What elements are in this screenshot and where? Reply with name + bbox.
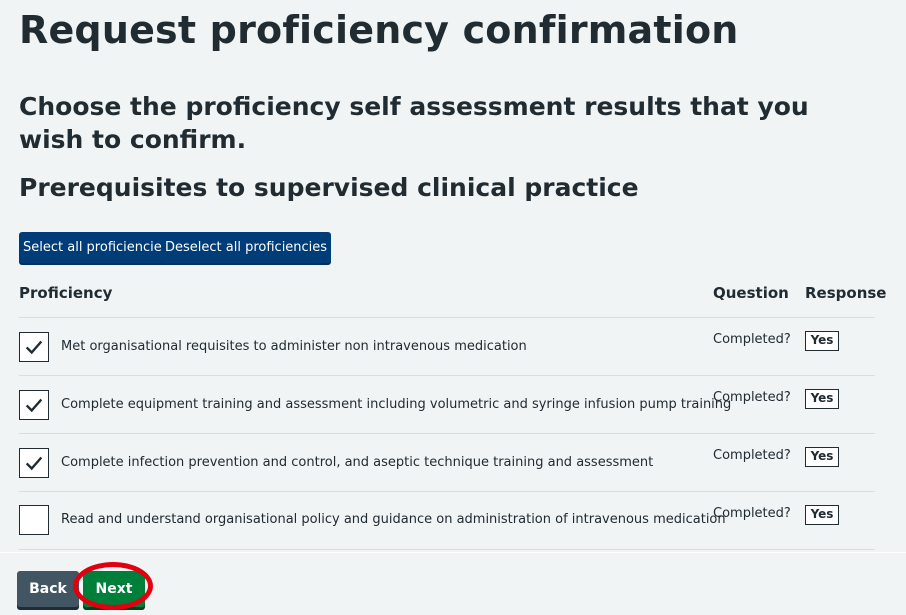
divider bbox=[19, 549, 875, 550]
checkmark-icon bbox=[25, 398, 43, 413]
section-title: Prerequisites to supervised clinical pra… bbox=[19, 173, 639, 202]
table-row: Complete equipment training and assessme… bbox=[0, 376, 906, 434]
question-text: Completed? bbox=[713, 332, 791, 347]
proficiency-checkbox[interactable] bbox=[19, 505, 49, 535]
header-response: Response bbox=[805, 284, 887, 302]
response-badge: Yes bbox=[805, 505, 839, 525]
proficiency-label: Complete equipment training and assessme… bbox=[61, 397, 732, 412]
deselect-all-button[interactable]: Deselect all proficiencies bbox=[161, 232, 332, 263]
page-subtitle: Choose the proficiency self assessment r… bbox=[19, 92, 809, 154]
header-proficiency: Proficiency bbox=[19, 284, 113, 302]
checkmark-icon bbox=[25, 456, 43, 471]
response-badge: Yes bbox=[805, 331, 839, 351]
proficiency-checkbox[interactable] bbox=[19, 390, 49, 420]
question-text: Completed? bbox=[713, 506, 791, 521]
table-row: Met organisational requisites to adminis… bbox=[0, 318, 906, 376]
checkmark-icon bbox=[25, 340, 43, 355]
proficiency-checkbox[interactable] bbox=[19, 448, 49, 478]
question-text: Completed? bbox=[713, 390, 791, 405]
header-question: Question bbox=[713, 284, 789, 302]
page-title: Request proficiency confirmation bbox=[19, 8, 739, 52]
back-button[interactable]: Back bbox=[17, 571, 79, 607]
proficiency-label: Met organisational requisites to adminis… bbox=[61, 339, 527, 354]
response-badge: Yes bbox=[805, 389, 839, 409]
table-row: Complete infection prevention and contro… bbox=[0, 434, 906, 492]
proficiency-label: Read and understand organisational polic… bbox=[61, 512, 726, 527]
response-badge: Yes bbox=[805, 447, 839, 467]
proficiency-label: Complete infection prevention and contro… bbox=[61, 455, 654, 470]
select-all-button[interactable]: Select all proficiencies bbox=[19, 232, 173, 263]
next-button[interactable]: Next bbox=[83, 571, 145, 607]
table-row: Read and understand organisational polic… bbox=[0, 492, 906, 550]
main-content: Request proficiency confirmation Choose … bbox=[0, 0, 906, 552]
proficiency-checkbox[interactable] bbox=[19, 332, 49, 362]
question-text: Completed? bbox=[713, 448, 791, 463]
